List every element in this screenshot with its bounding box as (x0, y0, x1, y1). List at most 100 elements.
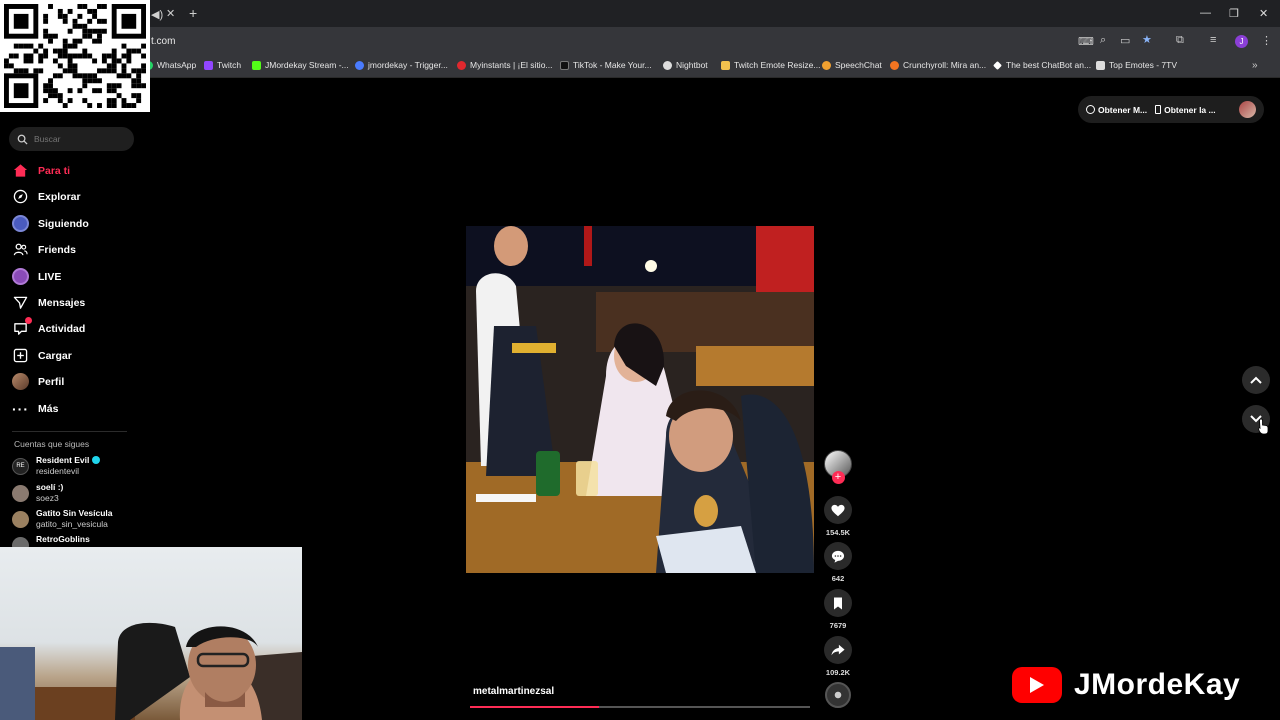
more-bookmarks-icon[interactable]: » (1252, 60, 1258, 71)
bookmark-twitch[interactable]: Twitch (204, 60, 241, 70)
nav-label: Actividad (38, 322, 86, 335)
bookmark-star-icon[interactable]: ★ (1142, 33, 1152, 46)
account-avatar (12, 485, 29, 502)
minimize-icon[interactable]: — (1200, 7, 1211, 19)
profile-avatar[interactable]: J (1235, 35, 1248, 48)
url-text[interactable]: t.com (151, 36, 175, 47)
follow-plus-icon[interactable]: + (831, 471, 845, 484)
more-icon: ··· (12, 400, 29, 417)
nav-label: Explorar (38, 190, 81, 203)
youtube-logo-icon (1012, 667, 1062, 703)
share-button[interactable]: 109.2K (824, 636, 852, 677)
top-actions: Obtener M... Obtener la ... (1078, 96, 1264, 123)
following-account[interactable]: soelí :) soez3 (12, 482, 63, 504)
youtube-watermark: JMordeKay (1012, 667, 1240, 703)
crunchyroll-icon (890, 60, 899, 70)
nav-friends[interactable]: Friends (12, 241, 76, 258)
tiktok-icon (560, 60, 569, 70)
bookmark-chatbot[interactable]: The best ChatBot an... (993, 60, 1091, 70)
extensions-icon[interactable]: ⧉ (1176, 34, 1184, 47)
account-name: soelí :) (36, 482, 64, 492)
media-icon[interactable]: ≡ (1210, 34, 1216, 46)
previous-video-button[interactable] (1242, 366, 1270, 394)
mouse-cursor-icon (1258, 418, 1269, 435)
nav-cargar[interactable]: Cargar (12, 347, 72, 364)
account-name: Resident Evil (36, 455, 90, 465)
save-button[interactable]: 7679 (824, 589, 852, 630)
following-section-title: Cuentas que sigues (14, 439, 90, 449)
bookmark-nightbot[interactable]: Nightbot (663, 60, 708, 70)
nightbot-icon (663, 60, 672, 70)
nav-mas[interactable]: ··· Más (12, 400, 58, 417)
account-name-row: Resident Evil (36, 455, 100, 466)
profile-avatar-icon (12, 373, 29, 390)
twitch-icon (204, 60, 213, 70)
bookmark-icon (824, 589, 852, 617)
save-count: 7679 (829, 621, 847, 630)
bookmark-7tv[interactable]: Top Emotes - 7TV (1096, 60, 1177, 70)
qr-code-graphic (4, 4, 146, 108)
cast-icon[interactable]: ▭ (1120, 34, 1130, 47)
channel-name: JMordeKay (1074, 668, 1241, 701)
send-icon (12, 294, 29, 311)
nav-label: Más (38, 402, 59, 415)
seventv-icon (1096, 60, 1105, 70)
verified-icon (91, 456, 100, 464)
video-progress-fill (470, 706, 600, 708)
nav-actividad[interactable]: Actividad (12, 317, 86, 337)
following-account[interactable]: Gatito Sin Vesícula gatito_sin_vesicula (12, 508, 113, 530)
comment-button[interactable]: 642 (824, 542, 852, 583)
video-author[interactable]: metalmartinezsal (473, 686, 554, 697)
friends-icon (12, 241, 29, 258)
video-progress-bar[interactable] (470, 706, 810, 708)
following-avatar-icon (12, 215, 29, 232)
bookmark-kick[interactable]: JMordekay Stream -... (252, 60, 349, 70)
new-tab-icon[interactable]: + (189, 5, 197, 21)
like-button[interactable]: 154.5K (824, 496, 852, 537)
nav-label: Siguiendo (38, 217, 89, 230)
get-desktop-button[interactable]: Obtener la ... (1155, 105, 1216, 115)
menu-icon[interactable]: ⋮ (1261, 34, 1272, 47)
video-player[interactable] (466, 226, 814, 573)
share-count: 109.2K (825, 668, 851, 677)
search-box[interactable] (9, 127, 134, 151)
author-avatar-button[interactable]: + (824, 450, 852, 484)
sound-disc-button[interactable] (824, 682, 852, 708)
nav-label: Mensajes (38, 296, 86, 309)
close-window-icon[interactable]: ✕ (1259, 7, 1268, 20)
emote-resizer-icon (721, 60, 730, 70)
address-bar[interactable]: t.com ⌨ ⌕ ▭ ★ ⧉ ≡ J ⋮ (0, 27, 1280, 56)
account-name: RetroGoblins (36, 534, 90, 544)
nav-explorar[interactable]: Explorar (12, 188, 81, 205)
account-name: Gatito Sin Vesícula (36, 508, 113, 518)
chevron-up-icon (1250, 376, 1262, 384)
share-icon (824, 636, 852, 664)
user-avatar[interactable] (1239, 101, 1256, 118)
bookmark-emote-resizer[interactable]: Twitch Emote Resize... (721, 60, 820, 70)
music-disc-icon (825, 682, 851, 708)
video-frame (466, 226, 814, 573)
bookmark-tiktok[interactable]: TikTok - Make Your... (560, 60, 652, 70)
bookmark-myinstants[interactable]: Myinstants | ¡El sitio... (457, 60, 553, 70)
chatbot-icon (993, 60, 1002, 70)
translate-icon[interactable]: ⌨ (1078, 35, 1094, 48)
close-tab-icon[interactable]: ✕ (166, 7, 175, 20)
restore-icon[interactable]: ❐ (1229, 7, 1239, 20)
nav-label: Para ti (38, 164, 71, 177)
bookmark-whatsapp[interactable]: WhatsApp (144, 60, 196, 70)
bookmark-speechchat[interactable]: SpeechChat (822, 60, 882, 70)
search-input[interactable] (34, 134, 124, 144)
search-icon (17, 134, 28, 145)
nav-para-ti[interactable]: Para ti (12, 162, 70, 179)
following-account[interactable]: RE Resident Evil residentevil (12, 455, 100, 477)
live-icon (12, 268, 29, 285)
bookmark-trigger[interactable]: jmordekay - Trigger... (355, 60, 448, 70)
zoom-icon[interactable]: ⌕ (1100, 34, 1106, 47)
nav-siguiendo[interactable]: Siguiendo (12, 215, 89, 232)
nav-live[interactable]: LIVE (12, 268, 61, 285)
nav-perfil[interactable]: Perfil (12, 373, 64, 390)
nav-mensajes[interactable]: Mensajes (12, 294, 85, 311)
get-app-button[interactable]: Obtener M... (1086, 105, 1147, 115)
bookmark-crunchyroll[interactable]: Crunchyroll: Mira an... (890, 60, 986, 70)
comment-count: 642 (831, 574, 845, 583)
